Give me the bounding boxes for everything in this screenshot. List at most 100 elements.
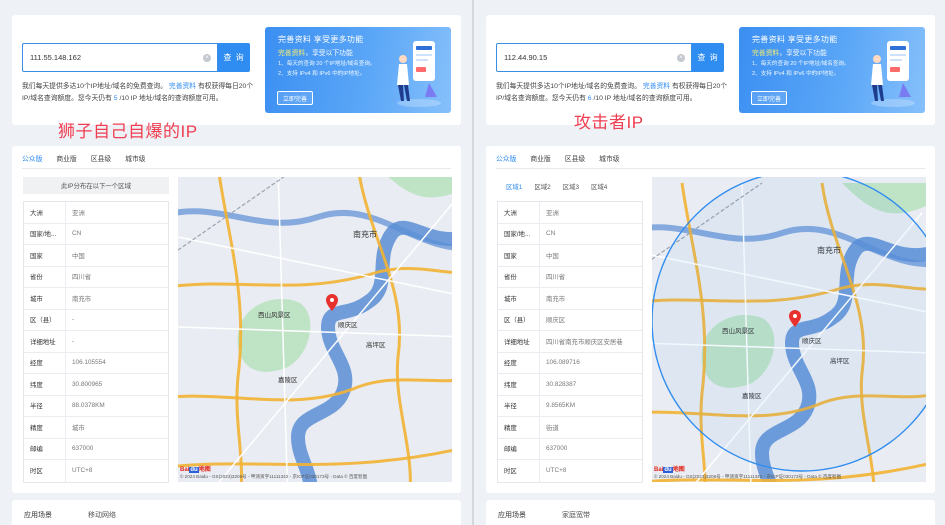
- query-button[interactable]: 查 询: [692, 43, 724, 72]
- ip-info-table: 大洲 亚洲 国家/地... CN 国家 中国 省份 四川省 城市 南充市 区（县） - 详细地址 - 经度 1…: [23, 201, 169, 483]
- table-row: 经度 106.089716: [498, 352, 642, 374]
- region-subtabs: 区域1 区域2 区域3 区域4: [506, 182, 607, 191]
- tab-3[interactable]: 城市级: [599, 153, 619, 169]
- row-value: 顺庆区: [546, 317, 566, 325]
- row-key: 精度: [24, 417, 66, 438]
- baidu-logo: Baidu地图: [180, 467, 211, 473]
- quota-count: 6: [587, 95, 592, 102]
- baidu-map[interactable]: 南充市顺庆区高坪区嘉陵区 西山风景区 Baidu地图 © 2024 Baidu -…: [178, 177, 452, 482]
- row-key: 区（县）: [24, 309, 66, 330]
- tab-1[interactable]: 商业版: [530, 153, 550, 169]
- desc-text: 我们每天提供多达10个IP地址/域名的免费查询。: [22, 83, 168, 90]
- ip-search-field[interactable]: ×: [22, 43, 218, 72]
- promo-feature-1: 1、每天的查询 20 个IP地址/域名查询。: [278, 61, 376, 67]
- annotation-label: 攻击者IP: [574, 113, 644, 132]
- region-subtab-4[interactable]: 区域4: [591, 182, 607, 191]
- row-key: 省份: [24, 266, 66, 287]
- complete-now-button[interactable]: 立即完善: [751, 91, 787, 105]
- row-value: -: [72, 337, 75, 345]
- row-value: 637000: [72, 445, 94, 453]
- row-key: 大洲: [24, 202, 66, 223]
- phone-illustration-icon: [871, 41, 915, 107]
- map-canvas[interactable]: 南充市顺庆区高坪区嘉陵区 西山风景区: [178, 177, 452, 482]
- tab-0[interactable]: 公众版: [22, 153, 43, 169]
- quota-count: 5: [113, 95, 118, 102]
- clear-icon[interactable]: ×: [677, 54, 685, 62]
- row-key: 国家: [24, 245, 66, 266]
- map-copyright: © 2024 Baidu - GS(2023)3206号 - 甲测资字11111…: [180, 474, 368, 479]
- row-value: 亚洲: [72, 209, 85, 217]
- region-subtab-3[interactable]: 区域3: [563, 182, 579, 191]
- tab-2[interactable]: 区县级: [565, 153, 585, 169]
- tab-3[interactable]: 城市级: [125, 153, 145, 169]
- row-value: 88.0378KM: [72, 402, 105, 410]
- table-row: 时区 UTC+8: [24, 460, 168, 482]
- promo-title: 完善资料 享受更多功能: [278, 35, 364, 44]
- table-row: 精度 城市: [24, 417, 168, 439]
- complete-profile-link[interactable]: 完善资料: [169, 83, 196, 90]
- row-key: 城市: [24, 288, 66, 309]
- marker-dot: [330, 298, 334, 302]
- promo-subtitle: 完善资料，享受以下功能: [752, 50, 827, 57]
- row-key: 大洲: [498, 202, 540, 223]
- complete-now-button[interactable]: 立即完善: [277, 91, 313, 105]
- table-row: 邮编 637000: [498, 438, 642, 460]
- row-value: CN: [546, 230, 556, 238]
- row-key: 国家: [498, 245, 540, 266]
- edition-tabs: 公众版 商业版 区县级 城市级: [496, 153, 620, 169]
- map-label: 西山风景区: [258, 310, 291, 319]
- table-row: 城市 南充市: [498, 288, 642, 310]
- table-row: 大洲 亚洲: [498, 202, 642, 224]
- table-row: 省份 四川省: [24, 266, 168, 288]
- complete-profile-link[interactable]: 完善资料: [643, 83, 670, 90]
- phone-illustration-icon: [397, 41, 441, 107]
- tab-0[interactable]: 公众版: [496, 153, 517, 169]
- baidu-map[interactable]: 南充市顺庆区高坪区嘉陵区西山风景区 Baidu地图 © 2024 Baidu -…: [652, 177, 926, 482]
- region-header: 此IP分布在以下一个区域: [23, 177, 169, 194]
- promo-feature-1: 1、每天的查询 20 个IP地址/域名查询。: [752, 61, 850, 67]
- result-card: 公众版 商业版 区县级 城市级 此IP分布在以下一个区域 大洲 亚洲 国家/地... CN 国…: [12, 146, 461, 493]
- row-value: 106.105554: [72, 359, 106, 367]
- search-card: × 查 询 我们每天提供多达10个IP地址/域名的免费查询。 完善资料 有权获得…: [486, 15, 935, 125]
- baidu-logo: Baidu地图: [654, 467, 685, 473]
- map-canvas[interactable]: 南充市顺庆区高坪区嘉陵区西山风景区: [652, 177, 926, 482]
- row-key: 经度: [498, 352, 540, 373]
- scenario-card: 应用场景 移动网络: [12, 500, 461, 525]
- row-key: 经度: [24, 352, 66, 373]
- map-label: 顺庆区: [338, 320, 358, 329]
- row-key: 省份: [498, 266, 540, 287]
- scenario-row: 应用场景 家庭宽带: [498, 510, 590, 520]
- region-subtab-2[interactable]: 区域2: [534, 182, 550, 191]
- table-row: 国家 中国: [498, 245, 642, 267]
- scenario-label: 应用场景: [498, 512, 526, 519]
- map-label: 嘉陵区: [278, 375, 298, 384]
- scenario-value: 移动网络: [88, 512, 116, 519]
- table-row: 国家 中国: [24, 245, 168, 267]
- marker-dot: [793, 314, 797, 318]
- ip-lookup-panel-left: × 查 询 我们每天提供多达10个IP地址/域名的免费查询。 完善资料 有权获得…: [0, 0, 472, 525]
- map-label: 南充市: [353, 229, 377, 239]
- region-subtab-1[interactable]: 区域1: [506, 182, 522, 191]
- desc-text-post: /10 IP 地址/域名的查询额度可用。: [593, 95, 697, 102]
- table-row: 邮编 637000: [24, 438, 168, 460]
- query-button[interactable]: 查 询: [218, 43, 250, 72]
- table-row: 纬度 30.800965: [24, 374, 168, 396]
- row-key: 时区: [498, 460, 540, 482]
- quota-description: 我们每天提供多达10个IP地址/域名的免费查询。 完善资料 有权获得每日20个I…: [496, 81, 732, 105]
- map-label: 高坪区: [366, 340, 386, 349]
- ip-search-input[interactable]: [504, 53, 674, 62]
- row-key: 纬度: [24, 374, 66, 395]
- edition-tabs: 公众版 商业版 区县级 城市级: [22, 153, 146, 169]
- clear-icon[interactable]: ×: [203, 54, 211, 62]
- row-key: 邮编: [498, 438, 540, 459]
- row-value: 四川省: [546, 274, 566, 282]
- map-layer: 南充市顺庆区高坪区嘉陵区 西山风景区: [178, 177, 452, 482]
- tab-1[interactable]: 商业版: [56, 153, 76, 169]
- row-value: 四川省: [72, 274, 92, 282]
- ip-search-field[interactable]: ×: [496, 43, 692, 72]
- desc-text-post: /10 IP 地址/域名的查询额度可用。: [119, 95, 223, 102]
- tab-2[interactable]: 区县级: [91, 153, 111, 169]
- ip-search-input[interactable]: [30, 53, 200, 62]
- row-key: 半径: [24, 395, 66, 416]
- row-value: UTC+8: [546, 467, 567, 475]
